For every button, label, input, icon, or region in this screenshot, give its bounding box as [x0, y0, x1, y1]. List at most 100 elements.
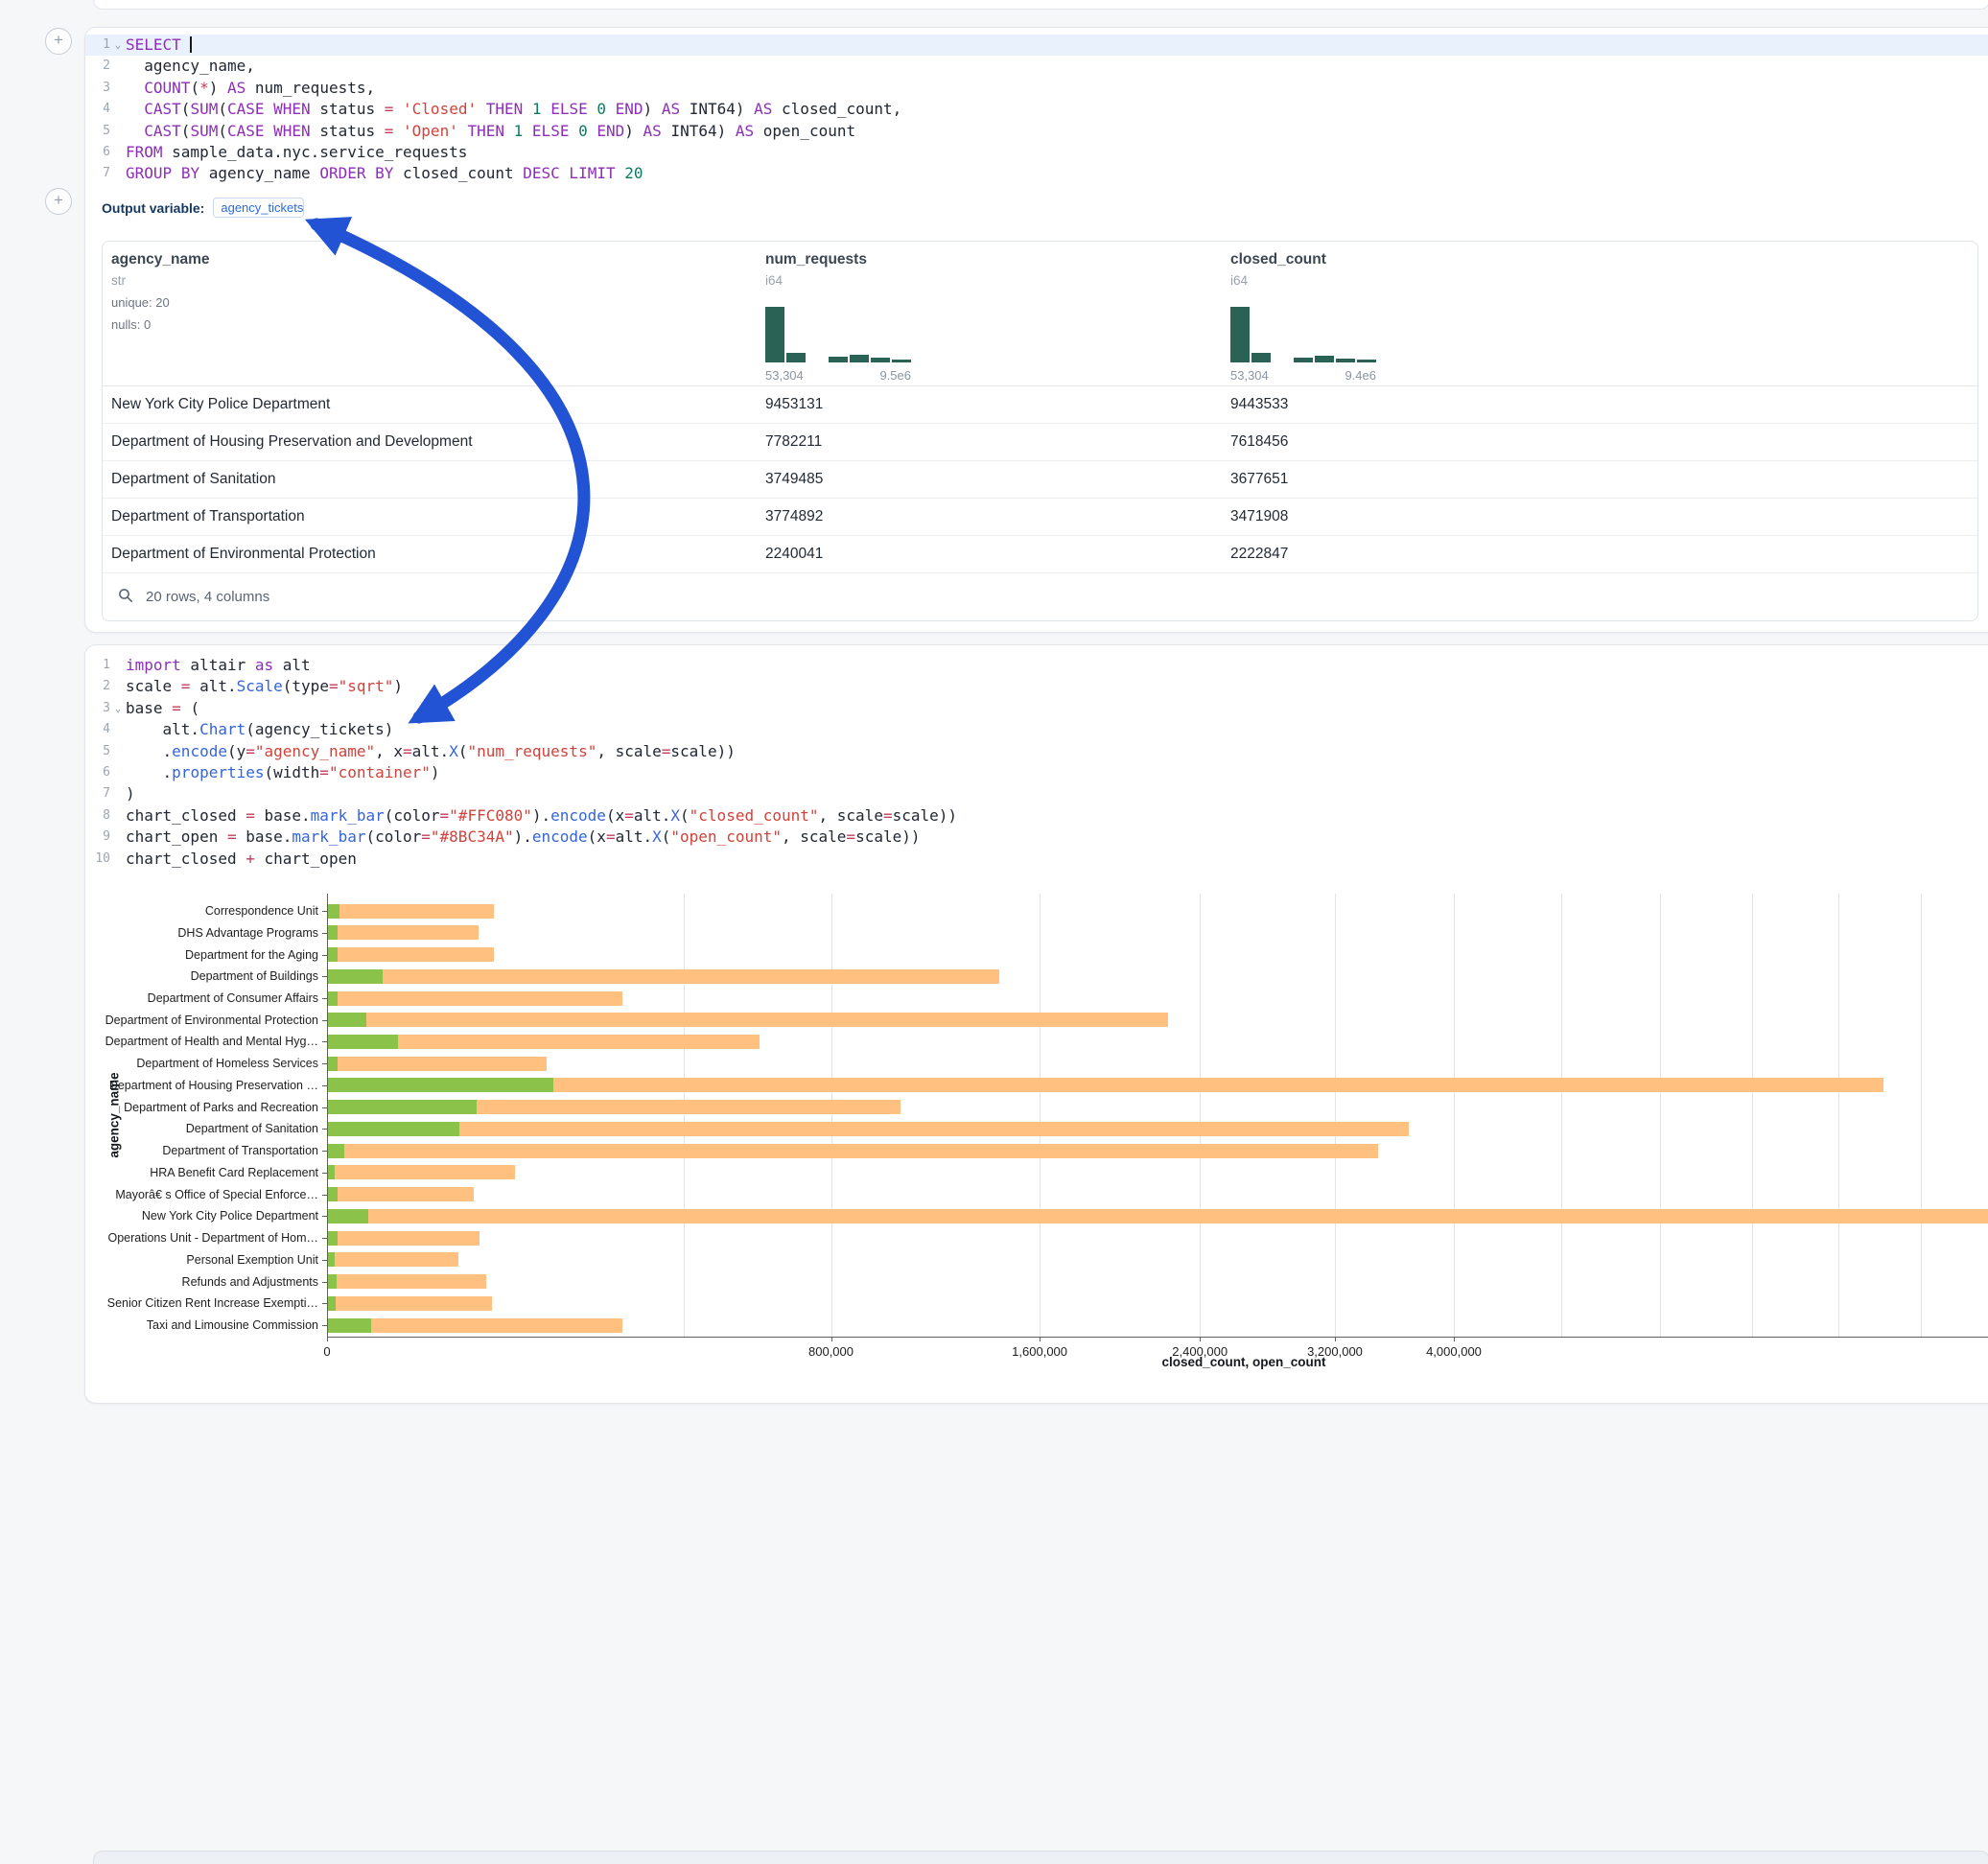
bar-open_count	[328, 991, 338, 1006]
code-line[interactable]: 1⌄SELECT	[85, 35, 1988, 56]
code-token: =	[246, 742, 255, 760]
code-line[interactable]: 8chart_closed = base.mark_bar(color="#FF…	[85, 805, 1988, 827]
code-token: END	[616, 100, 643, 118]
table-row-count: 20 rows, 4 columns	[146, 589, 269, 605]
code-line[interactable]: 7)	[85, 783, 1988, 804]
code-token: AS	[227, 79, 246, 97]
y-axis-tick	[322, 933, 327, 934]
output-variable-pill[interactable]: agency_tickets	[213, 198, 304, 218]
code-token	[569, 122, 578, 140]
output-variable-label: Output variable:	[102, 200, 204, 216]
table-row[interactable]: New York City Police Department945313194…	[103, 386, 1977, 424]
gridline	[1561, 894, 1562, 1337]
code-line[interactable]: 9chart_open = base.mark_bar(color="#8BC3…	[85, 827, 1988, 848]
code-line[interactable]: 3⌄base = (	[85, 698, 1988, 719]
code-token: .	[126, 763, 172, 781]
result-table[interactable]: agency_namestrunique: 20nulls: 0num_requ…	[102, 241, 1978, 621]
bar-closed_count	[328, 904, 494, 919]
code-token: closed_count,	[772, 100, 901, 118]
code-token	[365, 164, 375, 182]
table-row[interactable]: Department of Transportation377489234719…	[103, 499, 1977, 536]
code-line[interactable]: 6FROM sample_data.nyc.service_requests	[85, 142, 1988, 163]
code-line[interactable]: 7GROUP BY agency_name ORDER BY closed_co…	[85, 163, 1988, 184]
code-token: open_count	[754, 122, 855, 140]
code-token: ELSE	[550, 100, 588, 118]
y-axis-tick	[322, 1041, 327, 1042]
table-cell: 3749485	[757, 461, 1222, 498]
code-text: CAST(SUM(CASE WHEN status = 'Open' THEN …	[126, 121, 1988, 142]
table-row[interactable]: Department of Environmental Protection22…	[103, 536, 1977, 573]
code-line[interactable]: 10chart_closed + chart_open	[85, 849, 1988, 870]
code-line[interactable]: 2 agency_name,	[85, 56, 1988, 77]
code-token: )	[126, 784, 135, 803]
bar-open_count	[328, 1013, 366, 1027]
code-line[interactable]: 5 CAST(SUM(CASE WHEN status = 'Open' THE…	[85, 121, 1988, 142]
gutter-spacer	[110, 849, 126, 870]
code-token: =	[624, 806, 634, 825]
code-token: base	[126, 699, 172, 717]
y-axis-label: Senior Citizen Rent Increase Exempti…	[85, 1295, 318, 1311]
code-line[interactable]: 5 .encode(y="agency_name", x=alt.X("num_…	[85, 741, 1988, 762]
histogram-bar	[765, 307, 784, 362]
add-cell-button[interactable]: +	[45, 28, 72, 55]
sql-code-editor[interactable]: 1⌄SELECT 2 agency_name,3 COUNT(*) AS num…	[85, 35, 1988, 185]
table-row[interactable]: Department of Housing Preservation and D…	[103, 424, 1977, 461]
table-cell: 7782211	[757, 424, 1222, 460]
bar-open_count	[328, 1296, 336, 1311]
code-token: (	[181, 699, 199, 717]
bar-closed_count	[328, 1231, 479, 1246]
table-row[interactable]: Department of Sanitation37494853677651	[103, 461, 1977, 499]
line-number: 2	[85, 56, 110, 77]
code-token: alt.	[126, 720, 199, 738]
code-token: CAST	[144, 100, 181, 118]
line-number: 3	[85, 698, 110, 719]
code-token: closed_count	[393, 164, 523, 182]
code-line[interactable]: 3 COUNT(*) AS num_requests,	[85, 78, 1988, 99]
gridline	[1335, 894, 1336, 1337]
code-token: scale))	[855, 827, 920, 846]
y-axis-tick	[322, 1107, 327, 1108]
code-token	[606, 100, 616, 118]
y-axis-label: Taxi and Limousine Commission	[85, 1317, 318, 1333]
y-axis-tick	[322, 955, 327, 956]
column-header[interactable]: closed_counti6453,3049.4e6	[1222, 242, 1977, 385]
gutter-spacer	[110, 762, 126, 783]
x-axis-tick	[1335, 1337, 1336, 1341]
code-token: "closed_count"	[690, 806, 819, 825]
code-line[interactable]: 4 CAST(SUM(CASE WHEN status = 'Closed' T…	[85, 99, 1988, 120]
search-icon[interactable]	[118, 588, 133, 607]
code-line[interactable]: 1import altair as alt	[85, 655, 1988, 676]
bar-closed_count	[328, 1122, 1409, 1136]
y-axis-label: Operations Unit - Department of Hom…	[85, 1230, 318, 1246]
column-header[interactable]: num_requestsi6453,3049.5e6	[757, 242, 1222, 385]
table-cell: 2222847	[1222, 536, 1977, 572]
code-line[interactable]: 2scale = alt.Scale(type="sqrt")	[85, 676, 1988, 697]
y-axis-label: Correspondence Unit	[85, 903, 318, 919]
line-number: 6	[85, 762, 110, 783]
code-token: BY	[375, 164, 393, 182]
code-token: FROM	[126, 143, 163, 161]
code-token: =	[227, 827, 237, 846]
collapse-chevron-icon[interactable]: ⌄	[110, 35, 126, 56]
code-text: scale = alt.Scale(type="sqrt")	[126, 676, 1988, 697]
add-cell-button[interactable]: +	[45, 188, 72, 215]
gutter-spacer	[110, 783, 126, 804]
bar-closed_count	[328, 1144, 1378, 1158]
column-type: str	[111, 273, 757, 288]
collapse-chevron-icon[interactable]: ⌄	[110, 698, 126, 719]
code-token: ORDER	[319, 164, 365, 182]
y-axis-label: Refunds and Adjustments	[85, 1274, 318, 1290]
code-token: END	[596, 122, 624, 140]
code-token: )	[431, 763, 440, 781]
column-header[interactable]: agency_namestrunique: 20nulls: 0	[103, 242, 757, 385]
histogram-max-label: 9.5e6	[879, 368, 911, 383]
histogram-bar	[1294, 358, 1313, 362]
code-line[interactable]: 4 alt.Chart(agency_tickets)	[85, 719, 1988, 740]
python-code-editor[interactable]: 1import altair as alt2scale = alt.Scale(…	[85, 655, 1988, 870]
table-cell: 7618456	[1222, 424, 1977, 460]
gridline	[1200, 894, 1201, 1337]
code-line[interactable]: 6 .properties(width="container")	[85, 762, 1988, 783]
code-token: num_requests,	[246, 79, 375, 97]
line-number: 10	[85, 849, 110, 870]
code-token: 20	[624, 164, 643, 182]
